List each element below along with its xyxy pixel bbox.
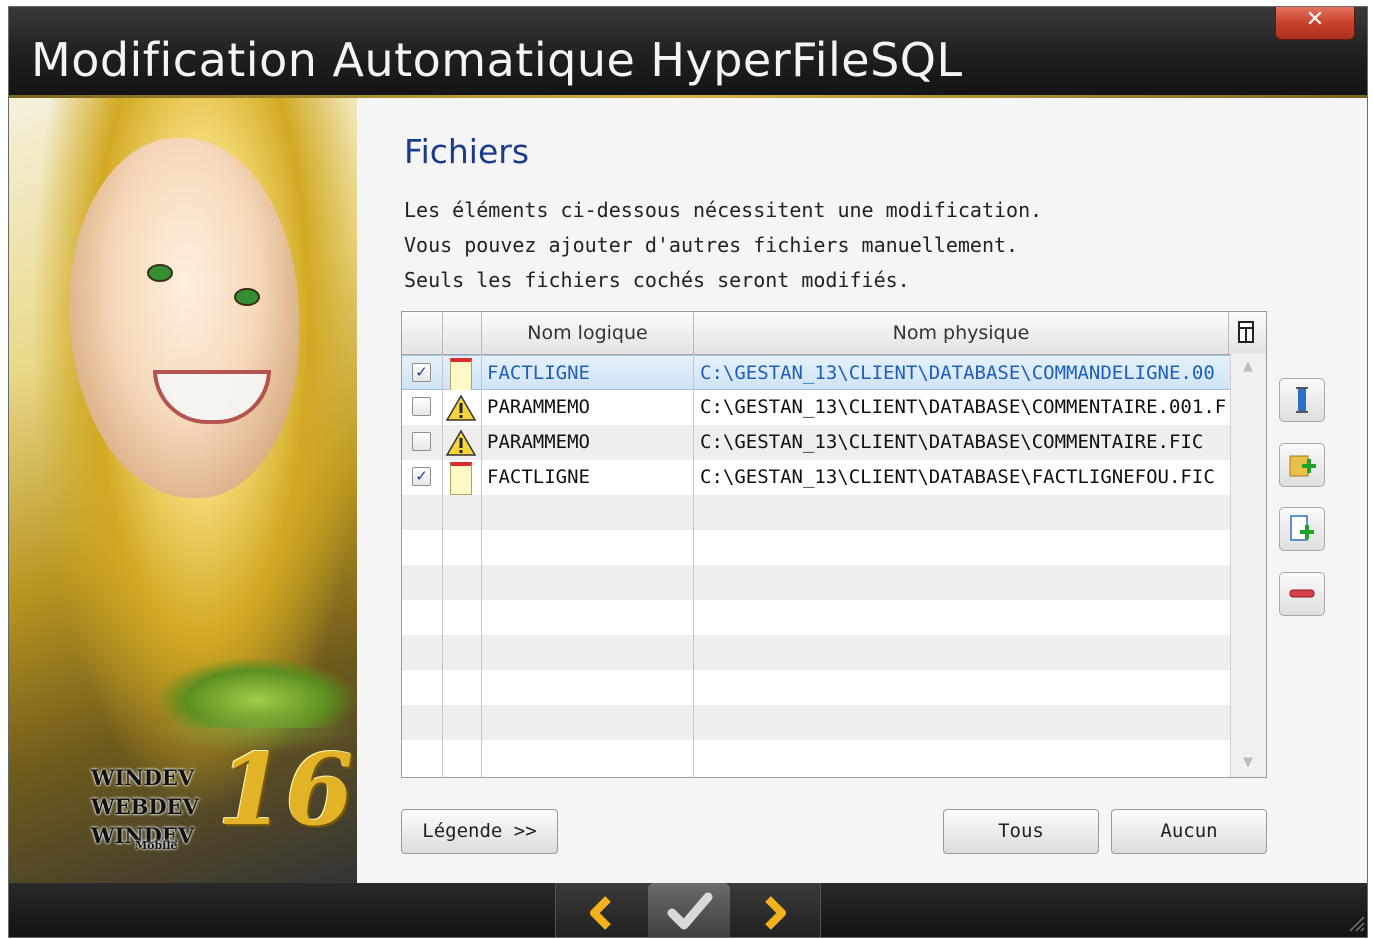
content-panel: Fichiers Les éléments ci-dessous nécessi… <box>357 98 1367 883</box>
navigation-group <box>555 883 821 937</box>
cell-nom-physique: C:\GESTAN_13\CLIENT\DATABASE\COMMANDELIG… <box>700 362 1215 384</box>
finish-button[interactable] <box>648 883 730 937</box>
row-checkbox[interactable]: ✓ <box>412 363 431 382</box>
remove-button[interactable] <box>1279 572 1325 616</box>
table-row-empty <box>402 530 1230 565</box>
wizard-window: Modification Automatique HyperFileSQL ✕ … <box>8 6 1368 938</box>
file-icon <box>450 462 472 495</box>
product-logos: WINDEV WEBDEV WINDEV Mobile <box>91 763 199 851</box>
table-row[interactable]: PARAMMEMO C:\GESTAN_13\CLIENT\DATABASE\C… <box>402 390 1230 425</box>
eye-left <box>147 264 173 282</box>
header-check[interactable] <box>402 312 443 354</box>
table-row-empty <box>402 495 1230 530</box>
finish-check-icon <box>667 892 713 930</box>
cell-nom-logique: PARAMMEMO <box>487 396 590 418</box>
column-toggle-button[interactable] <box>1279 378 1325 422</box>
table-row[interactable]: ✓ FACTLIGNE C:\GESTAN_13\CLIENT\DATABASE… <box>402 355 1230 391</box>
scroll-down-icon[interactable]: ▼ <box>1239 754 1257 772</box>
back-button[interactable] <box>556 883 642 937</box>
column-divider <box>693 354 694 777</box>
row-checkbox[interactable]: ✓ <box>412 467 431 486</box>
row-checkbox[interactable] <box>412 397 431 416</box>
files-table[interactable]: Nom logique Nom physique ✓ FACTLIGNE C:\… <box>401 311 1267 778</box>
table-row-empty <box>402 740 1230 775</box>
branding-panel: WINDEV WEBDEV WINDEV Mobile 16 <box>9 98 357 883</box>
add-folder-button[interactable] <box>1279 443 1325 487</box>
table-scrollbar[interactable]: ▲ ▼ <box>1230 354 1266 777</box>
file-icon <box>450 358 472 391</box>
header-nom-logique[interactable]: Nom logique <box>482 312 694 354</box>
window-title: Modification Automatique HyperFileSQL <box>31 33 963 87</box>
description-line-1: Les éléments ci-dessous nécessitent une … <box>404 198 1043 222</box>
none-button[interactable]: Aucun <box>1111 809 1267 854</box>
next-button[interactable] <box>734 883 820 937</box>
table-row-empty <box>402 635 1230 670</box>
webdev-logo: WEBDEV <box>91 794 199 819</box>
table-row-empty <box>402 565 1230 600</box>
warning-icon <box>445 394 477 422</box>
table-header: Nom logique Nom physique <box>402 312 1266 355</box>
close-button[interactable]: ✕ <box>1275 7 1355 40</box>
resize-grip-icon[interactable] <box>1344 911 1366 933</box>
legend-button[interactable]: Légende >> <box>401 809 558 854</box>
description-line-3: Seuls les fichiers cochés seront modifié… <box>404 268 910 292</box>
table-row[interactable]: ✓ FACTLIGNE C:\GESTAN_13\CLIENT\DATABASE… <box>402 460 1230 495</box>
back-arrow-icon <box>590 896 611 930</box>
header-nom-physique[interactable]: Nom physique <box>694 312 1229 354</box>
cell-nom-physique: C:\GESTAN_13\CLIENT\DATABASE\FACTLIGNEFO… <box>700 466 1215 488</box>
windev-logo: WINDEV <box>91 765 195 790</box>
smile <box>153 370 271 424</box>
version-number: 16 <box>217 733 354 848</box>
column-divider <box>481 354 482 777</box>
add-file-button[interactable] <box>1279 507 1325 551</box>
table-row-empty <box>402 705 1230 740</box>
portrait-image <box>69 138 299 498</box>
table-row-empty <box>402 600 1230 635</box>
row-checkbox[interactable] <box>412 432 431 451</box>
warning-icon <box>445 429 477 457</box>
cell-nom-logique: PARAMMEMO <box>487 431 590 453</box>
eye-right <box>234 288 260 306</box>
cell-nom-logique: FACTLIGNE <box>487 466 590 488</box>
description-line-2: Vous pouvez ajouter d'autres fichiers ma… <box>404 233 1019 257</box>
cell-nom-physique: C:\GESTAN_13\CLIENT\DATABASE\COMMENTAIRE… <box>700 396 1227 418</box>
table-row-empty <box>402 670 1230 705</box>
title-bar: Modification Automatique HyperFileSQL ✕ <box>9 7 1367 95</box>
column-settings-icon[interactable] <box>1236 320 1256 344</box>
header-icon[interactable] <box>443 312 482 354</box>
scroll-up-icon[interactable]: ▲ <box>1239 358 1257 376</box>
navigation-bar <box>9 883 1367 937</box>
column-divider <box>442 354 443 777</box>
cell-nom-physique: C:\GESTAN_13\CLIENT\DATABASE\COMMENTAIRE… <box>700 431 1204 453</box>
cell-nom-logique: FACTLIGNE <box>487 362 590 384</box>
page-title: Fichiers <box>404 132 530 171</box>
table-row[interactable]: PARAMMEMO C:\GESTAN_13\CLIENT\DATABASE\C… <box>402 425 1230 460</box>
all-button[interactable]: Tous <box>943 809 1099 854</box>
next-arrow-icon <box>765 896 786 930</box>
